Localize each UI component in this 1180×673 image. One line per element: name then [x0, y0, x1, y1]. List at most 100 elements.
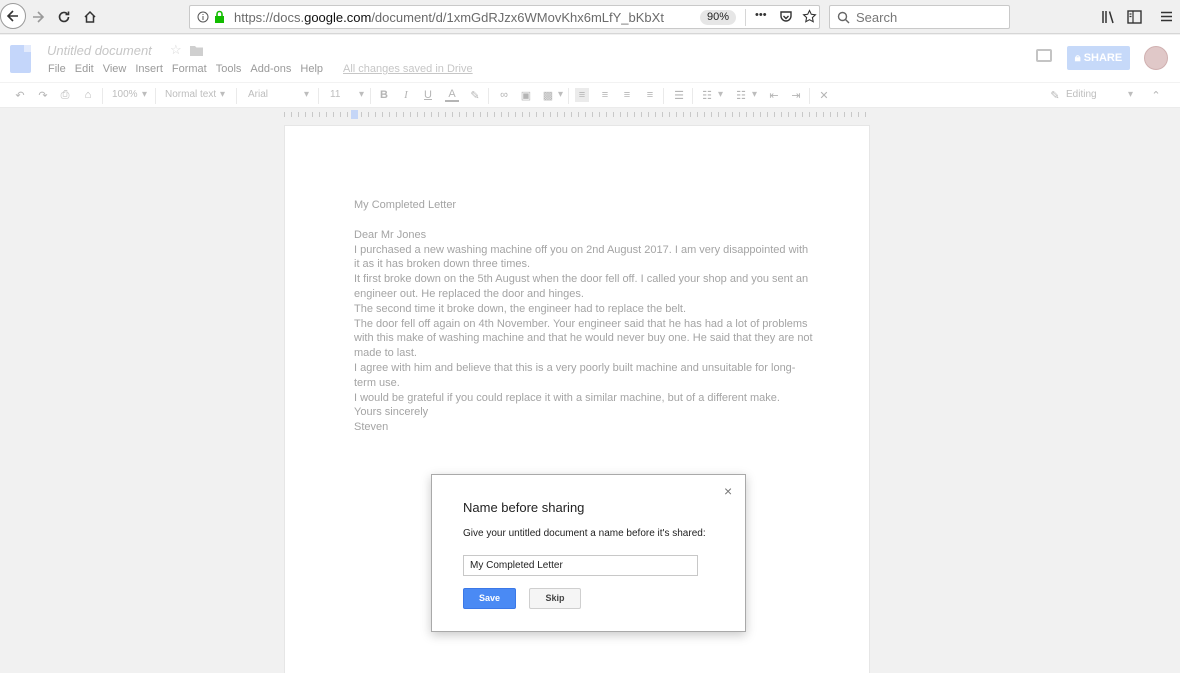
bold-icon[interactable]: B: [377, 88, 391, 102]
hamburger-menu-icon[interactable]: [1160, 10, 1173, 23]
letter-body[interactable]: My Completed Letter Dear Mr Jones I purc…: [354, 198, 814, 435]
menu-bar: File Edit View Insert Format Tools Add-o…: [48, 63, 323, 75]
ruler[interactable]: [284, 109, 870, 120]
share-lock-icon: 🔒︎: [1074, 52, 1084, 64]
numbered-list-dropdown-icon[interactable]: ▾: [718, 89, 723, 100]
redo-icon[interactable]: ↷: [36, 88, 50, 102]
search-icon: [837, 11, 850, 24]
font-size-dropdown-icon[interactable]: ▾: [359, 89, 364, 100]
comments-icon[interactable]: [1036, 49, 1052, 62]
letter-paragraph: I agree with him and believe that this i…: [354, 361, 796, 389]
library-icon[interactable]: [1101, 10, 1117, 24]
search-placeholder: Search: [856, 10, 898, 25]
print-icon[interactable]: ⎙: [58, 88, 72, 102]
increase-indent-icon[interactable]: ⇥: [789, 88, 803, 102]
document-title[interactable]: Untitled document: [47, 43, 152, 58]
align-center-icon[interactable]: ≡: [598, 88, 612, 102]
menu-edit[interactable]: Edit: [75, 63, 94, 75]
menu-tools[interactable]: Tools: [216, 63, 242, 75]
bulleted-list-icon[interactable]: ☷: [734, 88, 748, 102]
lock-icon: [215, 10, 224, 23]
collapse-toolbar-icon[interactable]: ⌃: [1149, 88, 1163, 102]
close-icon[interactable]: ×: [724, 484, 732, 498]
font-size-select[interactable]: 11: [330, 89, 340, 100]
undo-icon[interactable]: ↶: [13, 88, 27, 102]
zoom-dropdown-icon[interactable]: ▾: [142, 89, 147, 100]
zoom-indicator[interactable]: 90%: [700, 10, 736, 25]
align-justify-icon[interactable]: ≡: [643, 88, 657, 102]
style-dropdown-icon[interactable]: ▾: [220, 89, 225, 100]
browser-toolbar: https://docs.google.com/document/d/1xmGd…: [0, 0, 1180, 34]
image-dropdown-icon[interactable]: ▾: [558, 89, 563, 100]
formatting-toolbar: ↶ ↷ ⎙ ⌂ 100% ▾ Normal text ▾ Arial ▾ 11 …: [0, 82, 1180, 108]
menu-view[interactable]: View: [103, 63, 127, 75]
image-icon[interactable]: ▩: [541, 88, 555, 102]
back-arrow-icon: [6, 10, 18, 22]
save-status[interactable]: All changes saved in Drive: [343, 63, 473, 75]
mode-dropdown-icon[interactable]: ▾: [1128, 89, 1133, 100]
menu-insert[interactable]: Insert: [135, 63, 163, 75]
toolbar-divider: [155, 88, 156, 104]
letter-signature: Steven: [354, 421, 389, 434]
clear-formatting-icon[interactable]: ✕: [817, 88, 831, 102]
editing-mode-select[interactable]: Editing: [1066, 89, 1097, 100]
pocket-icon[interactable]: [779, 10, 793, 24]
home-button[interactable]: [78, 5, 102, 29]
skip-button[interactable]: Skip: [529, 588, 581, 609]
share-button[interactable]: 🔒︎ SHARE: [1067, 46, 1130, 70]
browser-search-field[interactable]: Search: [829, 5, 1010, 29]
letter-paragraph: I would be grateful if you could replace…: [354, 391, 780, 404]
share-label: SHARE: [1083, 52, 1123, 64]
letter-paragraph: It first broke down on the 5th August wh…: [354, 273, 809, 300]
letter-title: My Completed Letter: [354, 199, 457, 211]
zoom-select[interactable]: 100%: [112, 89, 138, 100]
font-dropdown-icon[interactable]: ▾: [304, 89, 309, 100]
menu-addons[interactable]: Add-ons: [250, 63, 291, 75]
back-button[interactable]: [0, 3, 26, 29]
comment-add-icon[interactable]: ▣: [519, 88, 533, 102]
font-select[interactable]: Arial: [248, 89, 268, 100]
save-button[interactable]: Save: [463, 588, 516, 609]
bulleted-list-dropdown-icon[interactable]: ▾: [752, 89, 757, 100]
toolbar-divider: [370, 88, 371, 104]
decrease-indent-icon[interactable]: ⇤: [767, 88, 781, 102]
docs-logo-icon[interactable]: [10, 45, 31, 73]
url-text[interactable]: https://docs.google.com/document/d/1xmGd…: [234, 10, 664, 25]
link-icon[interactable]: ∞: [497, 88, 511, 102]
toolbar-divider: [692, 88, 693, 104]
ruler-ticks: [284, 112, 870, 117]
toolbar-divider: [663, 88, 664, 104]
paint-format-icon[interactable]: ⌂: [81, 88, 95, 102]
avatar[interactable]: [1144, 46, 1168, 70]
bookmark-star-icon[interactable]: [802, 9, 817, 24]
style-select[interactable]: Normal text: [165, 89, 216, 100]
menu-help[interactable]: Help: [300, 63, 323, 75]
menu-file[interactable]: File: [48, 63, 66, 75]
info-icon[interactable]: [197, 11, 209, 23]
folder-icon[interactable]: [190, 45, 203, 56]
align-right-icon[interactable]: ≡: [620, 88, 634, 102]
dialog-message: Give your untitled document a name befor…: [463, 528, 706, 539]
underline-icon[interactable]: U: [421, 88, 435, 102]
italic-icon[interactable]: I: [399, 88, 413, 102]
address-bar[interactable]: https://docs.google.com/document/d/1xmGd…: [189, 5, 820, 29]
star-icon[interactable]: ☆: [170, 42, 182, 58]
forward-button[interactable]: [26, 5, 50, 29]
toolbar-divider: [236, 88, 237, 104]
align-left-icon[interactable]: ≡: [575, 88, 589, 102]
line-spacing-icon[interactable]: ☰: [672, 88, 686, 102]
pencil-icon: ✎: [1050, 89, 1060, 102]
page-actions-icon[interactable]: •••: [755, 9, 767, 21]
numbered-list-icon[interactable]: ☷: [700, 88, 714, 102]
highlight-icon[interactable]: ✎: [468, 88, 482, 102]
text-color-icon[interactable]: A: [445, 88, 459, 102]
toolbar-divider: [102, 88, 103, 104]
letter-closing: Yours sincerely: [354, 406, 429, 419]
reload-button[interactable]: [52, 5, 76, 29]
sidebar-toggle-icon[interactable]: [1127, 10, 1142, 24]
document-name-input[interactable]: [463, 555, 698, 576]
letter-paragraph: The door fell off again on 4th November.…: [354, 317, 813, 360]
toolbar-divider: [809, 88, 810, 104]
indent-marker[interactable]: [351, 110, 358, 119]
menu-format[interactable]: Format: [172, 63, 207, 75]
